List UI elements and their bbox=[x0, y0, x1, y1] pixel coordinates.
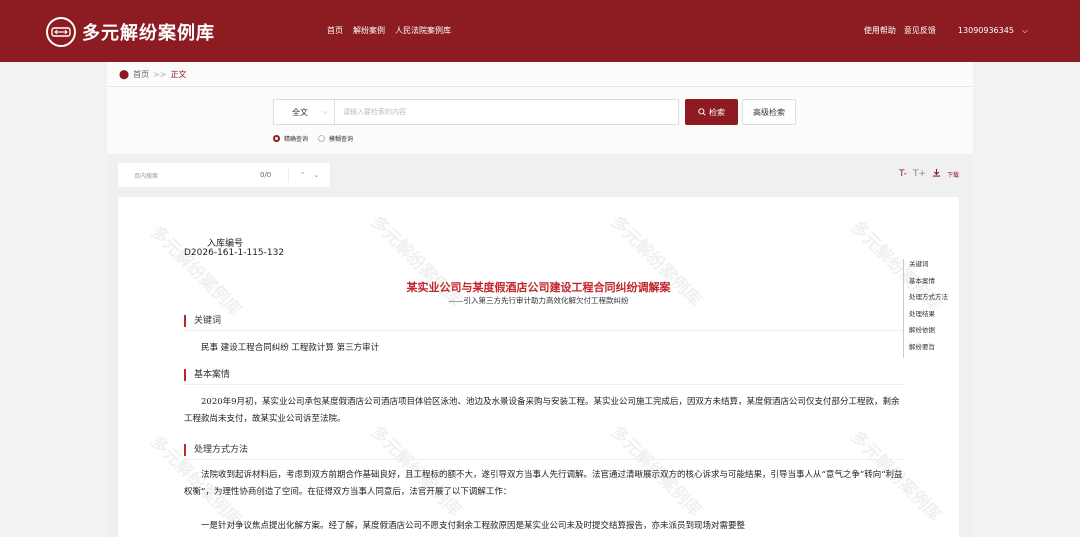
method-text-2: 一是针对争议焦点提出化解方案。经了解，某度假酒店公司不愿支付剩余工程款原因是某实… bbox=[201, 521, 746, 531]
site-name: 多元解纷案例库 bbox=[82, 23, 215, 44]
breadcrumb-home[interactable]: 首页 bbox=[133, 69, 149, 80]
search-scope-select[interactable]: 全文 ⌵ bbox=[273, 99, 335, 125]
logo-emblem-icon bbox=[46, 17, 76, 47]
keywords-text: 民事 建设工程合同纠纷 工程款计算 第三方审计 bbox=[201, 343, 380, 353]
help-link[interactable]: 使用帮助 bbox=[864, 25, 896, 36]
find-in-page: 页内搜索 0/0 ⌃ ⌄ bbox=[118, 163, 330, 187]
section-heading-keywords: 关键词 bbox=[184, 315, 221, 327]
top-header: 多元解纷案例库 首页 解纷案例 人民法院案例库 使用帮助 意见反馈 130909… bbox=[0, 0, 1080, 62]
search-mode-group: 精确查询 模糊查询 bbox=[273, 134, 363, 143]
radio-fuzzy-label: 模糊查询 bbox=[329, 136, 354, 143]
download-icon bbox=[932, 168, 941, 177]
toc-item-basic-facts[interactable]: 基本案情 bbox=[909, 276, 948, 293]
find-in-page-input[interactable]: 页内搜索 bbox=[118, 171, 260, 180]
download-button[interactable]: 下载 bbox=[932, 168, 959, 180]
divider bbox=[184, 384, 904, 385]
feedback-link[interactable]: 意见反馈 bbox=[904, 25, 936, 36]
article-toc: 关键词 基本案情 处理方式方法 处理结果 解纷依据 解纷要旨 bbox=[903, 259, 948, 358]
toc-item-keywords[interactable]: 关键词 bbox=[909, 259, 948, 276]
divider bbox=[184, 459, 904, 460]
chevron-up-icon[interactable]: ⌃ bbox=[300, 171, 306, 179]
section-heading-method: 处理方式方法 bbox=[184, 444, 248, 456]
find-match-count: 0/0 bbox=[260, 171, 272, 179]
case-subtitle: ——引入第三方先行审计助力高效化解欠付工程款纠纷 bbox=[448, 296, 629, 305]
case-code-value: D2026-161-1-115-132 bbox=[184, 248, 285, 258]
advanced-search-button[interactable]: 高级检索 bbox=[742, 99, 796, 125]
basic-facts-text: 2020年9月初，某实业公司承包某度假酒店公司酒店项目体验区泳池、池边及水景设备… bbox=[184, 397, 900, 424]
radio-exact-label: 精确查询 bbox=[284, 136, 309, 143]
find-nav: ⌃ ⌄ bbox=[288, 168, 330, 182]
search-button[interactable]: 检索 bbox=[685, 99, 738, 125]
location-pin-icon: ⬤ bbox=[119, 69, 130, 80]
divider bbox=[107, 86, 973, 87]
breadcrumb-current: 正文 bbox=[170, 70, 187, 79]
content-panel: ⬤ 首页 >> 正文 全文 ⌵ 请输入要检索的内容 检索 高级检索 精确查询 模… bbox=[107, 62, 973, 537]
nav-item-court-cases[interactable]: 人民法院案例库 bbox=[395, 25, 451, 36]
radio-fuzzy[interactable] bbox=[318, 135, 326, 142]
download-label: 下载 bbox=[946, 172, 959, 179]
case-title: 某实业公司与某度假酒店公司建设工程合同纠纷调解案 bbox=[406, 281, 671, 294]
user-area: 使用帮助 意见反馈 13090936345 ⌵ bbox=[856, 25, 1028, 36]
method-text: 法院收到起诉材料后，考虑到双方前期合作基础良好，且工程标的额不大，遂引导双方当事… bbox=[184, 470, 903, 497]
case-article: 多元解纷案例库 多元解纷案例库 多元解纷案例库 多元解纷案例库 多元解纷案例库 … bbox=[118, 197, 959, 537]
section-heading-basic-facts: 基本案情 bbox=[184, 369, 230, 381]
nav-item-cases[interactable]: 解纷案例 bbox=[353, 25, 385, 36]
toc-item-result[interactable]: 处理结果 bbox=[909, 309, 948, 326]
chevron-down-icon[interactable]: ⌄ bbox=[314, 171, 320, 179]
site-logo[interactable]: 多元解纷案例库 bbox=[46, 17, 215, 47]
nav-item-home[interactable]: 首页 bbox=[327, 25, 343, 36]
chevron-down-icon: ⌵ bbox=[322, 107, 328, 116]
main-nav: 首页 解纷案例 人民法院案例库 bbox=[327, 25, 461, 36]
user-account-menu[interactable]: 13090936345 ⌵ bbox=[950, 26, 1028, 36]
breadcrumb: ⬤ 首页 >> 正文 bbox=[119, 69, 186, 80]
radio-exact[interactable] bbox=[273, 135, 280, 142]
reader-tools: T- T+ 下载 bbox=[893, 168, 959, 180]
user-phone: 13090936345 bbox=[957, 25, 1014, 35]
search-scope-value: 全文 bbox=[292, 107, 308, 117]
toc-item-basis[interactable]: 解纷依据 bbox=[909, 325, 948, 342]
breadcrumb-separator: >> bbox=[153, 70, 167, 79]
divider bbox=[184, 330, 904, 331]
toc-item-gist[interactable]: 解纷要旨 bbox=[909, 342, 948, 359]
search-bar: 全文 ⌵ 请输入要检索的内容 检索 高级检索 bbox=[273, 99, 796, 125]
search-button-label: 检索 bbox=[709, 107, 725, 117]
search-input[interactable]: 请输入要检索的内容 bbox=[335, 99, 679, 125]
search-icon bbox=[698, 108, 706, 116]
font-increase-button[interactable]: T+ bbox=[913, 169, 926, 179]
toc-item-method[interactable]: 处理方式方法 bbox=[909, 292, 948, 309]
chevron-down-icon: ⌵ bbox=[1021, 25, 1028, 35]
font-decrease-button[interactable]: T- bbox=[899, 169, 907, 179]
